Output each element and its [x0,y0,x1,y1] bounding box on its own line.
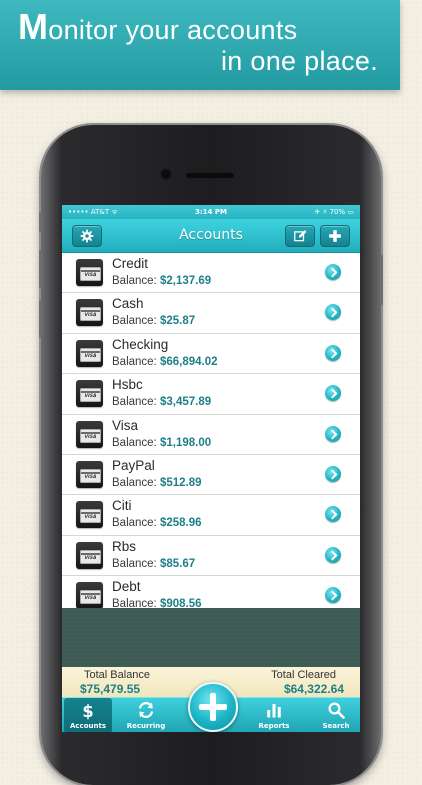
account-balance: Balance: $1,198.00 [112,436,212,449]
list-background [62,608,360,667]
battery-indicator: ✈ ⚡ 70% ▭ [314,208,354,216]
power-button [380,255,383,305]
disclosure-arrow-icon[interactable] [325,587,341,604]
edit-icon [294,230,307,242]
credit-card-icon: VISA [76,541,103,569]
account-row[interactable]: VISA Rbs Balance: $85.67 [62,535,360,577]
total-balance-label: Total Balance [84,669,151,681]
credit-card-icon: VISA [76,501,103,529]
banner-initial: M [18,6,49,47]
account-name: Citi [112,498,132,514]
credit-card-icon: VISA [76,299,103,327]
credit-card-icon: VISA [76,339,103,367]
account-row[interactable]: VISA PayPal Balance: $512.89 [62,454,360,496]
total-cleared-value: $64,322.64 [283,682,344,696]
disclosure-arrow-icon[interactable] [325,344,341,361]
disclosure-arrow-icon[interactable] [325,506,341,523]
status-bar: ••••• AT&T ᯤ 3:14 PM ✈ ⚡ 70% ▭ [62,205,360,219]
account-name: Cash [112,296,144,312]
app-screen: ••••• AT&T ᯤ 3:14 PM ✈ ⚡ 70% ▭ Accounts … [62,205,360,732]
tab-recurring[interactable]: Recurring [122,698,170,732]
plus-icon [329,230,341,242]
account-row[interactable]: VISA Credit Balance: $2,137.69 [62,253,360,294]
account-name: Debt [112,579,141,595]
disclosure-arrow-icon[interactable] [325,465,341,482]
account-row[interactable]: VISA Cash Balance: $25.87 [62,293,360,334]
tab-accounts[interactable]: $ Accounts [64,698,112,732]
account-balance: Balance: $258.96 [112,517,202,530]
tab-search[interactable]: Search [312,698,360,732]
total-cleared-label: Total Cleared [271,669,336,681]
volume-up-button [39,250,42,288]
edit-button[interactable] [285,225,315,247]
bar-chart-icon [267,704,281,718]
disclosure-arrow-icon[interactable] [325,546,341,563]
earpiece-speaker [186,173,234,178]
account-balance: Balance: $25.87 [112,315,196,328]
front-camera [160,168,172,180]
account-balance: Balance: $512.89 [112,476,202,489]
account-name: Rbs [112,538,137,554]
account-name: Hsbc [112,377,143,393]
tab-label: Accounts [69,722,106,730]
add-account-button[interactable] [320,225,350,247]
tab-label: Search [322,722,350,730]
account-row[interactable]: VISA Visa Balance: $1,198.00 [62,414,360,455]
tab-label: Reports [258,722,290,730]
refresh-icon [138,702,154,718]
tab-reports[interactable]: Reports [250,698,298,732]
page-title: Accounts [179,227,243,243]
add-transaction-button[interactable] [188,682,238,732]
account-name: PayPal [112,457,155,473]
account-name: Visa [112,417,139,433]
banner-line-2: in one place. [220,46,378,76]
disclosure-arrow-icon[interactable] [325,264,341,280]
banner-line-1: Monitor your accounts [18,6,297,48]
volume-down-button [39,300,42,338]
disclosure-arrow-icon[interactable] [325,425,341,442]
svg-text:$: $ [82,702,93,721]
account-row[interactable]: VISA Citi Balance: $258.96 [62,495,360,536]
credit-card-icon: VISA [76,420,103,448]
tab-label: Recurring [126,722,166,730]
account-balance: Balance: $3,457.89 [112,396,212,409]
account-row[interactable]: VISA Checking Balance: $66,894.02 [62,333,360,375]
disclosure-arrow-icon[interactable] [325,304,341,321]
credit-card-icon: VISA [76,380,103,408]
credit-card-icon: VISA [76,259,103,286]
banner-line-1-text: onitor your accounts [48,15,298,45]
account-row[interactable]: VISA Hsbc Balance: $3,457.89 [62,374,360,415]
navigation-bar: Accounts [62,219,360,253]
account-balance: Balance: $85.67 [112,557,196,570]
total-balance-value: $75,479.55 [80,682,141,696]
credit-card-icon: VISA [76,582,103,610]
disclosure-arrow-icon[interactable] [325,385,341,402]
mute-switch [39,212,42,232]
account-name: Credit [112,256,149,271]
search-icon [328,702,345,719]
promo-banner: Monitor your accounts in one place. [0,0,400,90]
dollar-icon: $ [82,702,93,721]
credit-card-icon: VISA [76,460,103,488]
account-balance: Balance: $2,137.69 [112,275,212,287]
account-balance: Balance: $66,894.02 [112,355,218,368]
account-name: Checking [112,336,169,352]
accounts-list: VISA Credit Balance: $2,137.69 VISA Cash… [62,253,360,617]
